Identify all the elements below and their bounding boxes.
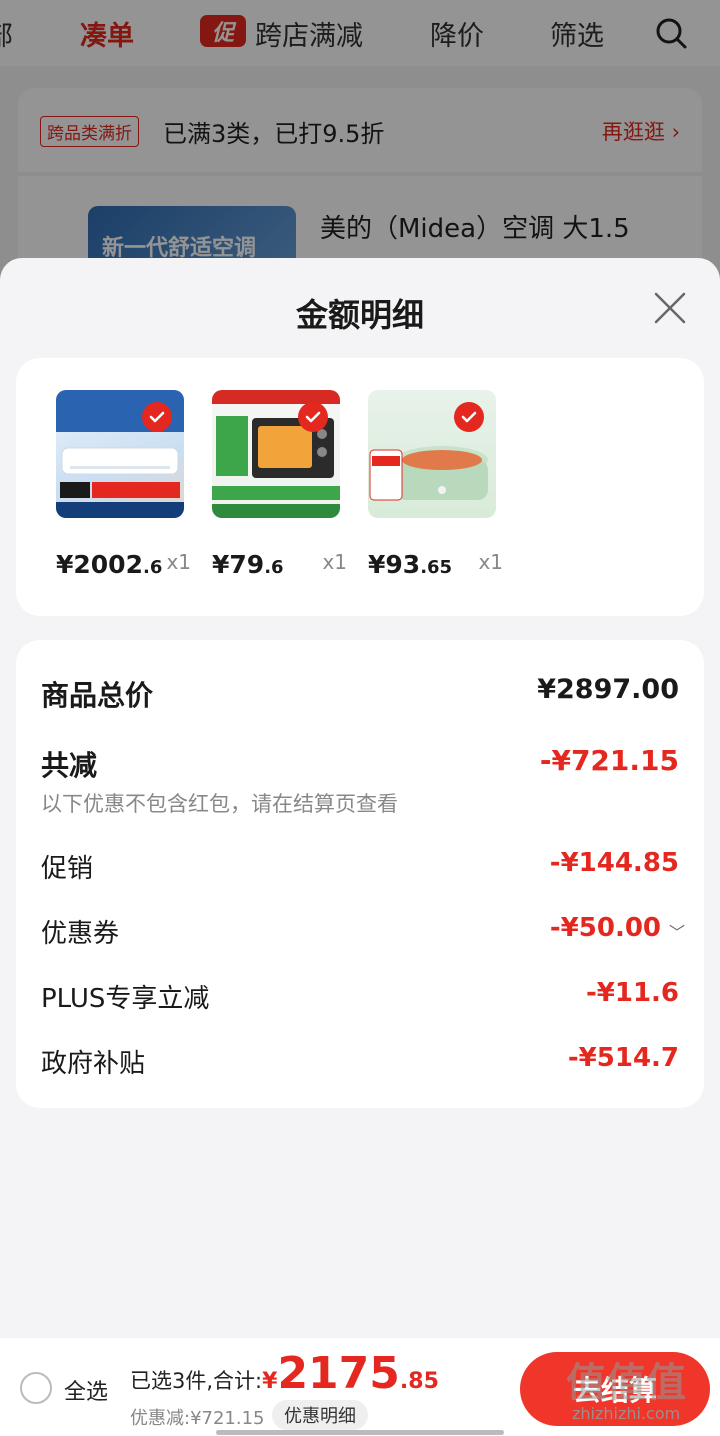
selected-check-icon: [142, 402, 172, 432]
total-reduction-label: 共减: [41, 749, 98, 782]
product-quantity: x1: [166, 550, 191, 574]
plus-discount-label: PLUS专享立减: [41, 984, 210, 1014]
gov-subsidy-label: 政府补贴: [41, 1049, 146, 1079]
total-integer: 2175: [277, 1348, 400, 1399]
product-thumbnail-cooker[interactable]: [368, 390, 496, 518]
product-price: ¥2002 .6 x1: [56, 550, 191, 579]
gov-subsidy-value: -¥514.7: [567, 1043, 679, 1073]
total-reduction-value: -¥721.15: [539, 744, 679, 777]
selected-check-icon: [454, 402, 484, 432]
discount-detail-button[interactable]: 优惠明细: [272, 1400, 368, 1430]
product-thumbnail-air-conditioner[interactable]: [56, 390, 184, 518]
product-quantity: x1: [322, 550, 347, 574]
product-item[interactable]: ¥79 .6 x1: [212, 390, 352, 579]
price-decimal: .6: [142, 557, 163, 578]
price-decimal: .65: [420, 557, 453, 578]
coupon-label: 优惠券: [41, 919, 120, 949]
price-integer: ¥2002: [56, 550, 143, 579]
total-decimal: .85: [399, 1369, 439, 1394]
plus-discount-value: -¥11.6: [585, 978, 679, 1008]
total-price-label: 商品总价: [41, 679, 154, 712]
sheet-title: 金额明细: [295, 296, 424, 334]
product-price: ¥93 .65 x1: [368, 550, 503, 579]
select-all-radio[interactable]: [20, 1372, 52, 1404]
close-icon[interactable]: [650, 288, 690, 328]
total-price-value: ¥2897.00: [537, 674, 679, 705]
watermark-url: zhizhizhi.com: [572, 1404, 681, 1423]
price-decimal: .6: [264, 557, 284, 578]
chevron-down-icon[interactable]: ﹀: [669, 919, 685, 943]
selected-count-text: 已选3件,合计:: [130, 1369, 263, 1393]
discount-summary: 优惠减:¥721.15: [130, 1408, 265, 1429]
coupon-value: -¥50.00: [549, 913, 661, 943]
watermark-logo: 值值值: [566, 1360, 686, 1406]
currency-symbol: ¥: [262, 1369, 278, 1394]
selected-products-card: ¥2002 .6 x1 ¥79 .6 x1 ¥93 .65 x1: [16, 358, 704, 616]
price-summary-card: 商品总价 ¥2897.00 共减 -¥721.15 以下优惠不包含红包，请在结算…: [16, 640, 704, 1108]
product-item[interactable]: ¥2002 .6 x1: [56, 390, 196, 579]
price-integer: ¥93: [368, 550, 421, 579]
select-all-label[interactable]: 全选: [64, 1374, 108, 1406]
product-item[interactable]: ¥93 .65 x1: [368, 390, 508, 579]
product-quantity: x1: [478, 550, 503, 574]
home-indicator: [216, 1430, 504, 1435]
price-integer: ¥79: [212, 550, 265, 579]
amount-detail-sheet: 金额明细 ¥2002 .6 x1 ¥79 .6 x1 ¥93 .65 x1 商品…: [0, 258, 720, 1338]
selected-check-icon: [298, 402, 328, 432]
promotion-label: 促销: [41, 854, 94, 884]
promotion-value: -¥144.85: [549, 848, 679, 878]
selected-total: 已选3件,合计: ¥ 2175 .85: [130, 1352, 439, 1396]
reduction-note: 以下优惠不包含红包，请在结算页查看: [41, 792, 398, 816]
product-price: ¥79 .6 x1: [212, 550, 347, 579]
product-thumbnail-oven[interactable]: [212, 390, 340, 518]
